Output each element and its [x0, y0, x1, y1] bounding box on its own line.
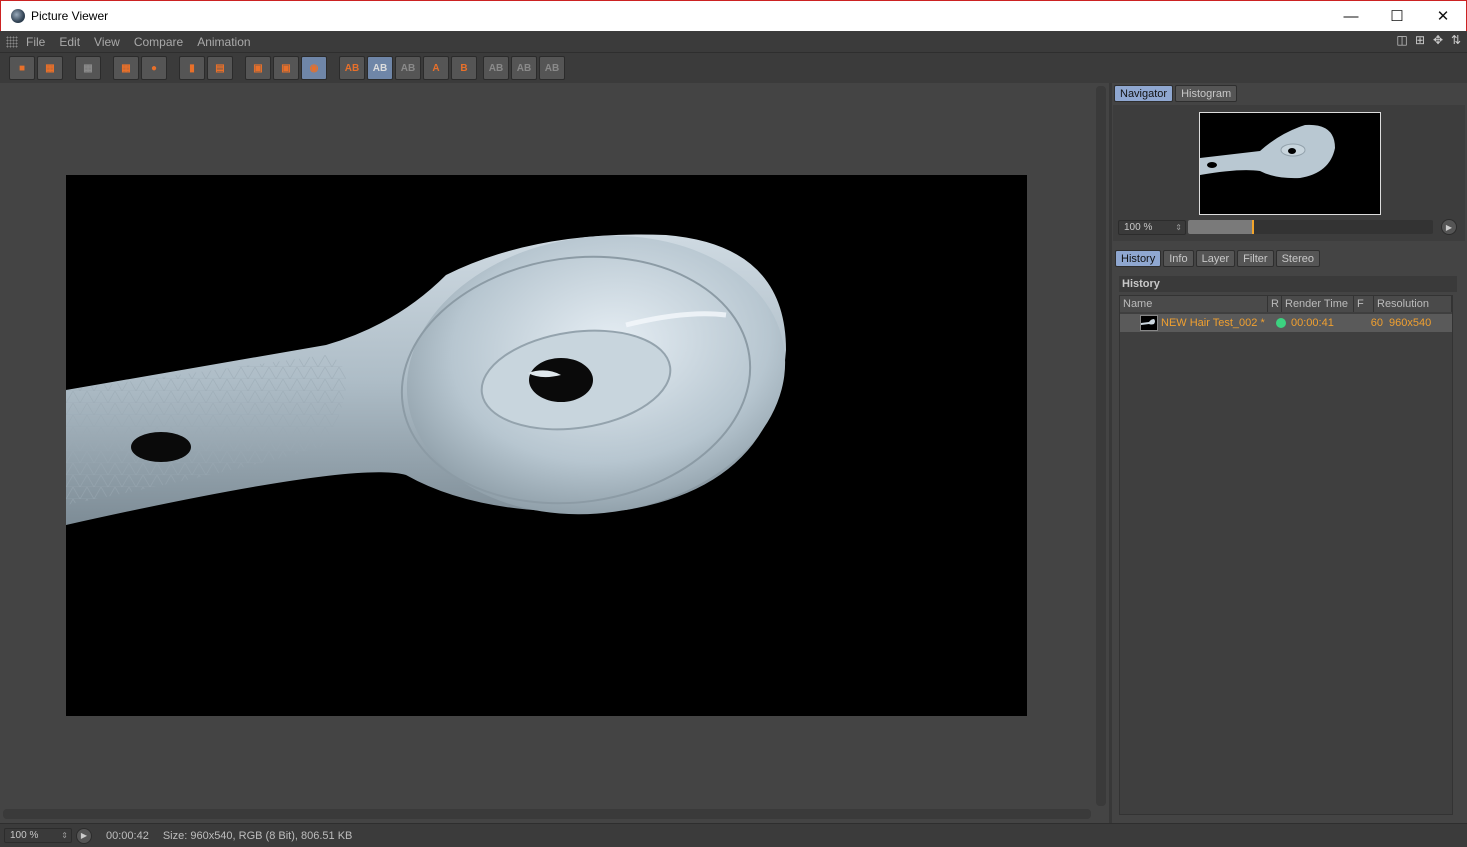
- minimize-button[interactable]: —: [1328, 1, 1374, 31]
- tab-stereo[interactable]: Stereo: [1275, 250, 1320, 267]
- column-render-time[interactable]: Render Time: [1282, 296, 1354, 312]
- channels-icon[interactable]: ◉: [301, 56, 327, 80]
- ab-split-icon[interactable]: AB: [367, 56, 393, 80]
- status-image-info: Size: 960x540, RGB (8 Bit), 806.51 KB: [162, 829, 353, 842]
- save-icon[interactable]: ▦: [37, 56, 63, 80]
- column-r[interactable]: R: [1268, 296, 1282, 312]
- tab-history[interactable]: History: [1115, 250, 1162, 267]
- open-folder-icon[interactable]: ■: [9, 56, 35, 80]
- navigator-play-icon[interactable]: ▶: [1441, 219, 1457, 235]
- grip-icon[interactable]: [6, 35, 18, 48]
- stop-render-icon[interactable]: ▦: [113, 56, 139, 80]
- window-title: Picture Viewer: [31, 9, 109, 23]
- move-arrows-icon[interactable]: ✥: [1431, 33, 1445, 47]
- menu-bar: File Edit View Compare Animation ◫ ⊞ ✥ ⇅: [0, 31, 1467, 52]
- title-bar: Picture Viewer — ☐ ✕: [0, 0, 1467, 31]
- navigator-zoom-field[interactable]: 100 % ⇕: [1118, 220, 1186, 235]
- menu-file[interactable]: File: [26, 35, 45, 49]
- ab-vertical-icon[interactable]: AB: [511, 56, 537, 80]
- set-b-icon[interactable]: B: [451, 56, 477, 80]
- navigator-zoom-slider[interactable]: [1188, 220, 1433, 234]
- tab-info[interactable]: Info: [1163, 250, 1194, 267]
- ab-horizontal-icon[interactable]: AB: [539, 56, 565, 80]
- maximize-button[interactable]: ☐: [1374, 1, 1420, 31]
- history-thumbnail: [1140, 315, 1158, 331]
- rendered-image: [66, 175, 1027, 716]
- region-icon[interactable]: ▣: [245, 56, 271, 80]
- tab-navigator[interactable]: Navigator: [1114, 85, 1174, 102]
- status-play-icon[interactable]: ▶: [76, 827, 92, 844]
- ab-diff-icon[interactable]: AB: [483, 56, 509, 80]
- set-a-icon[interactable]: A: [423, 56, 449, 80]
- horizontal-scrollbar[interactable]: [3, 809, 1091, 819]
- close-button[interactable]: ✕: [1420, 1, 1466, 31]
- new-window-icon[interactable]: ⊞: [1413, 33, 1427, 47]
- ab-compare-icon[interactable]: AB: [339, 56, 365, 80]
- menu-animation[interactable]: Animation: [197, 35, 250, 49]
- user-render-icon[interactable]: ●: [141, 56, 167, 80]
- menu-view[interactable]: View: [94, 35, 120, 49]
- column-frame[interactable]: F: [1354, 296, 1374, 312]
- history-item-render-time: 00:00:41: [1291, 317, 1334, 329]
- pin-arrows-icon[interactable]: ⇅: [1449, 33, 1463, 47]
- render-status-icon: [1276, 318, 1286, 328]
- layout-panel-icon[interactable]: ◫: [1395, 33, 1409, 47]
- column-name[interactable]: Name: [1120, 296, 1268, 312]
- menu-compare[interactable]: Compare: [134, 35, 183, 49]
- ab-swap-icon[interactable]: AB: [395, 56, 421, 80]
- status-time: 00:00:42: [106, 829, 149, 842]
- navigator-thumbnail[interactable]: [1199, 112, 1381, 215]
- tab-filter[interactable]: Filter: [1237, 250, 1274, 267]
- status-zoom-field[interactable]: 100 % ⇕: [4, 828, 72, 843]
- toolbar: ■ ▦ ▦ ▦ ● ▮ ▤ ▣ ▣ ◉ AB AB AB A B AB AB A…: [0, 52, 1467, 83]
- history-item-resolution: 960x540: [1389, 317, 1432, 329]
- right-panel: Navigator Histogram 100 % ⇕ ▶ History Inf…: [1112, 83, 1467, 823]
- grid-icon[interactable]: ▦: [75, 56, 101, 80]
- cinema4d-app-icon: [11, 9, 25, 23]
- delete-all-icon[interactable]: ▤: [207, 56, 233, 80]
- region-alt-icon[interactable]: ▣: [273, 56, 299, 80]
- vertical-scrollbar[interactable]: [1096, 86, 1106, 806]
- history-row[interactable]: NEW Hair Test_002 * 00:00:41 60 960x540: [1120, 314, 1452, 332]
- history-item-name: NEW Hair Test_002 *: [1161, 317, 1265, 329]
- history-list[interactable]: Name R Render Time F Resolution NEW Hair…: [1119, 295, 1453, 815]
- column-resolution[interactable]: Resolution: [1374, 296, 1452, 312]
- tab-histogram[interactable]: Histogram: [1175, 85, 1238, 102]
- image-viewport[interactable]: [1, 83, 1091, 819]
- history-item-frame: 60: [1370, 317, 1383, 329]
- tab-layer[interactable]: Layer: [1195, 250, 1236, 267]
- delete-icon[interactable]: ▮: [179, 56, 205, 80]
- menu-edit[interactable]: Edit: [59, 35, 80, 49]
- history-panel: History Info Layer Filter Stereo History…: [1113, 250, 1465, 823]
- history-section-title: History: [1119, 276, 1457, 292]
- history-column-headers: Name R Render Time F Resolution: [1120, 296, 1452, 312]
- status-bar: 100 % ⇕ ▶ 00:00:42 Size: 960x540, RGB (8 …: [0, 823, 1467, 847]
